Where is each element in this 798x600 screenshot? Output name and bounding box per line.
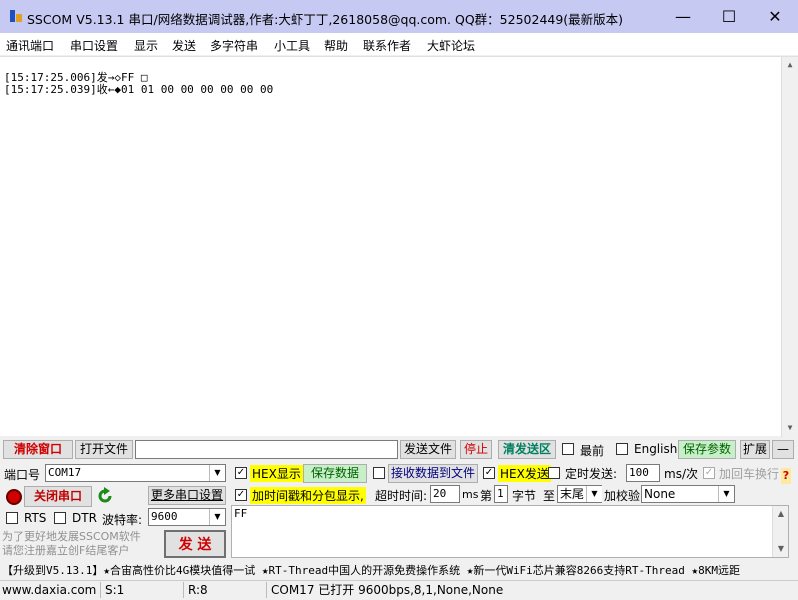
- promo-text[interactable]: 为了更好地发展SSCOM软件 请您注册嘉立创F结尾客户: [2, 530, 141, 558]
- menu-help[interactable]: 帮助: [324, 37, 348, 54]
- timeout-input[interactable]: 20: [430, 485, 460, 503]
- scroll-down-arrow-icon[interactable]: ▼: [773, 541, 789, 557]
- rts-label: RTS: [24, 511, 47, 525]
- output-line: [15:17:25.039]收←◆01 01 00 00 00 00 00 00: [4, 83, 274, 96]
- window-title: SSCOM V5.13.1 串口/网络数据调试器,作者:大虾丁丁,2618058…: [27, 12, 624, 27]
- hex-display-checkbox[interactable]: ✓: [235, 467, 247, 479]
- topmost-label: 最前: [580, 444, 605, 458]
- menu-forum[interactable]: 大虾论坛: [427, 37, 475, 54]
- menu-send[interactable]: 发送: [172, 37, 196, 54]
- status-recv-count: R:8: [183, 582, 208, 598]
- stop-button[interactable]: 停止: [460, 440, 492, 459]
- maximize-button[interactable]: ☐: [706, 0, 752, 33]
- english-checkbox[interactable]: [616, 443, 628, 455]
- send-file-button[interactable]: 发送文件: [400, 440, 456, 459]
- file-path-input[interactable]: [135, 440, 398, 459]
- more-port-settings-button[interactable]: 更多串口设置: [148, 486, 226, 505]
- menu-comm-port[interactable]: 通讯端口: [6, 37, 54, 54]
- timeout-label: 超时时间:: [375, 489, 428, 503]
- timestamp-label: 加时间戳和分包显示,: [250, 487, 366, 504]
- save-params-button[interactable]: 保存参数: [678, 440, 736, 459]
- interval-unit-label: ms/次: [664, 467, 698, 481]
- send-scrollbar[interactable]: ▲ ▼: [772, 506, 788, 557]
- menu-display[interactable]: 显示: [134, 37, 158, 54]
- dtr-checkbox[interactable]: [54, 512, 66, 524]
- news-ticker[interactable]: 【升级到V5.13.1】★合宙高性价比4G模块值得一试 ★RT-Thread中国…: [2, 562, 798, 578]
- nth-byte-input[interactable]: 1: [494, 485, 508, 503]
- port-number-label: 端口号: [4, 468, 41, 482]
- hex-send-label: HEX发送: [498, 465, 551, 482]
- scroll-up-arrow-icon[interactable]: ▲: [773, 506, 789, 522]
- add-crlf-label: 加回车换行: [719, 467, 780, 481]
- clear-send-button[interactable]: 清发送区: [498, 440, 556, 459]
- rts-checkbox[interactable]: [6, 512, 18, 524]
- receive-output-area[interactable]: [15:17:25.006]发→◇FF □ [15:17:25.039]收←◆0…: [0, 56, 798, 437]
- menu-tools[interactable]: 小工具: [274, 37, 310, 54]
- status-port-state: COM17 已打开 9600bps,8,1,None,None: [266, 582, 503, 598]
- status-sent-count: S:1: [100, 582, 124, 598]
- timestamp-checkbox[interactable]: ✓: [235, 489, 247, 501]
- english-label: English: [634, 442, 678, 456]
- help-icon[interactable]: ?: [781, 468, 791, 484]
- status-website[interactable]: www.daxia.com: [0, 582, 96, 598]
- expand-button[interactable]: 扩展: [740, 440, 770, 459]
- open-file-button[interactable]: 打开文件: [75, 440, 133, 459]
- chevron-down-icon[interactable]: ▼: [718, 486, 734, 502]
- hex-send-checkbox[interactable]: ✓: [483, 467, 495, 479]
- output-scrollbar[interactable]: ▲ ▼: [781, 57, 798, 437]
- app-icon: [10, 10, 22, 22]
- port-number-select[interactable]: COM17: [45, 464, 226, 482]
- close-button[interactable]: ✕: [752, 0, 798, 33]
- collapse-button[interactable]: —: [772, 440, 794, 459]
- topmost-checkbox[interactable]: [562, 443, 574, 455]
- checksum-label: 加校验: [604, 489, 641, 503]
- save-data-button[interactable]: 保存数据: [303, 464, 367, 483]
- recv-to-file-button[interactable]: 接收数据到文件: [388, 464, 478, 483]
- timed-send-checkbox[interactable]: [548, 467, 560, 479]
- baud-rate-label: 波特率:: [102, 513, 143, 527]
- clear-window-button[interactable]: 清除窗口: [3, 440, 73, 459]
- chevron-down-icon[interactable]: ▼: [209, 465, 225, 481]
- menu-multi-string[interactable]: 多字符串: [210, 37, 258, 54]
- scroll-down-arrow-icon[interactable]: ▼: [782, 420, 798, 436]
- menu-contact-author[interactable]: 联系作者: [363, 37, 411, 54]
- dtr-label: DTR: [72, 511, 97, 525]
- close-port-button[interactable]: 关闭串口: [24, 486, 92, 507]
- add-crlf-checkbox[interactable]: ✓: [703, 467, 715, 479]
- title-bar[interactable]: SSCOM V5.13.1 串口/网络数据调试器,作者:大虾丁丁,2618058…: [0, 0, 798, 33]
- to-label: 至: [543, 489, 556, 503]
- port-status-led-icon: [6, 489, 22, 505]
- send-text: FF: [234, 507, 248, 520]
- timeout-unit-label: ms: [462, 488, 479, 501]
- scroll-up-arrow-icon[interactable]: ▲: [782, 57, 798, 73]
- chevron-down-icon[interactable]: ▼: [209, 509, 225, 525]
- send-textarea[interactable]: FF ▲ ▼: [231, 505, 789, 558]
- hex-display-label: HEX显示: [250, 465, 303, 482]
- chevron-down-icon[interactable]: ▼: [586, 486, 602, 502]
- byte-label: 字节: [512, 489, 537, 503]
- recv-to-file-checkbox[interactable]: [373, 467, 385, 479]
- menu-port-settings[interactable]: 串口设置: [70, 37, 118, 54]
- timed-send-label: 定时发送:: [565, 467, 618, 481]
- send-button[interactable]: 发 送: [164, 530, 226, 558]
- refresh-icon[interactable]: [96, 487, 114, 505]
- nth-label: 第: [480, 489, 493, 503]
- minimize-button[interactable]: —: [660, 0, 706, 33]
- timed-interval-input[interactable]: 100: [626, 464, 660, 482]
